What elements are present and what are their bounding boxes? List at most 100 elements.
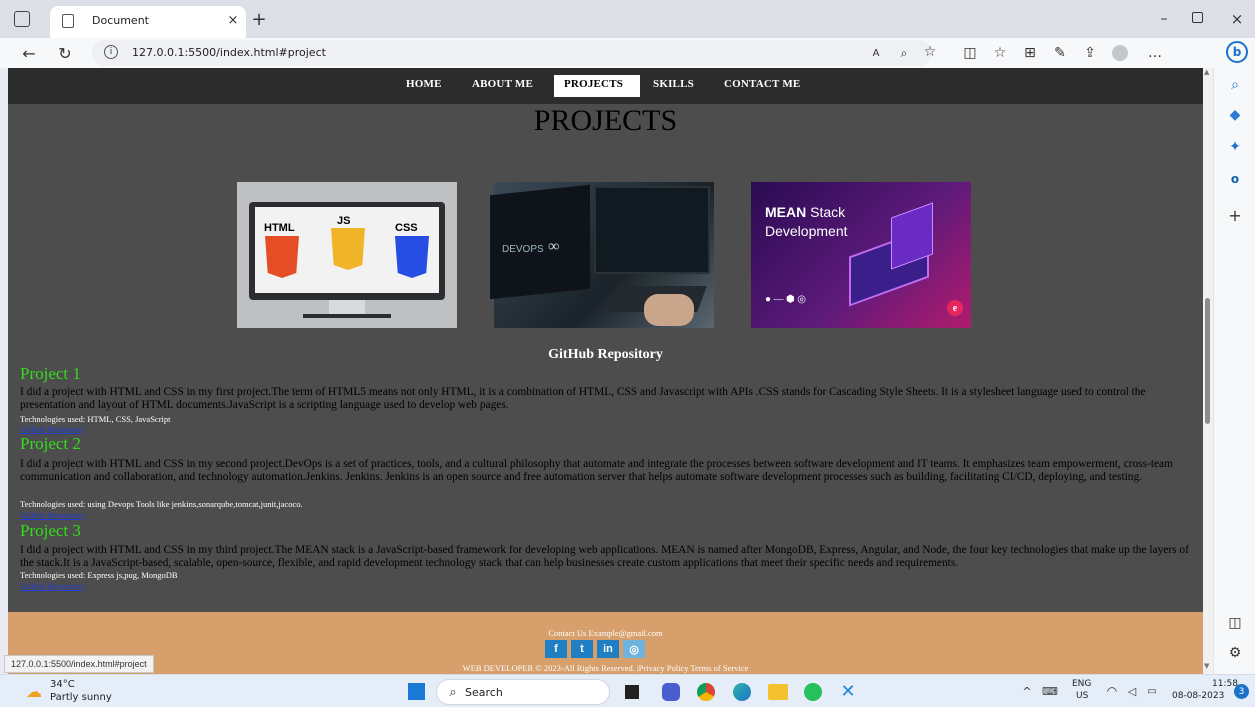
hands: [644, 294, 694, 326]
close-window-icon[interactable]: ×: [1228, 10, 1246, 28]
address-bar: ← ↻ i 127.0.0.1:5500/index.html#project …: [0, 38, 1255, 68]
clock-date[interactable]: 08-08-2023: [1172, 691, 1224, 701]
add-sidebar-icon[interactable]: +: [1226, 206, 1244, 225]
share-icon[interactable]: ⇪: [1082, 45, 1098, 61]
start-icon[interactable]: [408, 683, 425, 700]
mean-title: MEAN Stack: [765, 204, 846, 220]
windows-taskbar: ☁ 34°C Partly sunny ⌕ Search ✕ ^ ⌨ ENG U…: [0, 674, 1255, 707]
footer-contact[interactable]: Contact Us Example@gmail.com: [8, 628, 1203, 638]
minimize-icon[interactable]: –: [1155, 10, 1173, 28]
project-1-description: I did a project with HTML and CSS in my …: [20, 386, 1146, 411]
navbar: HOME ABOUT ME PROJECTS SKILLS CONTACT ME: [8, 68, 1211, 104]
outlook-icon[interactable]: o: [1226, 170, 1244, 188]
js-label: JS: [337, 215, 351, 227]
chat-icon[interactable]: [662, 683, 680, 701]
project-image-mean-stack: MEAN Stack Development ● — ⬢ ◎ e: [751, 182, 971, 328]
more-options-icon[interactable]: …: [1146, 44, 1164, 62]
brand-logo-icon: e: [947, 300, 963, 316]
wifi-icon[interactable]: ◠: [1104, 683, 1120, 699]
facebook-icon[interactable]: f: [545, 640, 567, 658]
scroll-down-icon[interactable]: ▼: [1204, 662, 1209, 670]
language-bottom[interactable]: US: [1076, 691, 1088, 701]
project-image-devops: DEVOPS ∞: [490, 182, 714, 328]
language-top[interactable]: ENG: [1072, 679, 1091, 689]
sidebar-toggle-icon[interactable]: ◫: [1226, 614, 1244, 632]
zoom-icon[interactable]: ⌕: [896, 45, 912, 61]
battery-icon[interactable]: ▭: [1144, 683, 1160, 699]
footer: Contact Us Example@gmail.com f t in ◎ WE…: [8, 612, 1211, 674]
mean-subtitle: Development: [765, 223, 848, 239]
new-tab-icon[interactable]: +: [250, 9, 268, 30]
shopping-icon[interactable]: ◆: [1226, 106, 1244, 124]
monitor-stand: [329, 300, 365, 314]
notification-badge[interactable]: 3: [1234, 684, 1249, 699]
weather-desc[interactable]: Partly sunny: [50, 692, 112, 703]
linkedin-icon[interactable]: in: [597, 640, 619, 658]
vscode-icon[interactable]: ✕: [838, 681, 858, 702]
weather-temp[interactable]: 34°C: [50, 679, 75, 690]
back-icon[interactable]: ←: [20, 44, 38, 63]
project-1-repo-link[interactable]: GitHub Repository: [20, 424, 85, 434]
nav-contact-me[interactable]: CONTACT ME: [724, 78, 800, 90]
web-page: HOME ABOUT ME PROJECTS SKILLS CONTACT ME…: [8, 68, 1211, 674]
refresh-icon[interactable]: ↻: [56, 44, 74, 63]
project-3-title: Project 3: [20, 521, 81, 540]
project-image-html-css-js: HTML JS CSS: [237, 182, 457, 328]
settings-icon[interactable]: ⚙: [1226, 644, 1244, 662]
scroll-thumb[interactable]: [1205, 298, 1210, 424]
footer-copyright: WEB DEVELOPER © 2023-All Rights Reserved…: [462, 663, 749, 673]
twitter-icon[interactable]: t: [571, 640, 593, 658]
monitor-base: [303, 314, 391, 318]
search-glass-icon: ⌕: [449, 684, 457, 700]
extensions-icon[interactable]: ✎: [1052, 45, 1068, 61]
profile-avatar[interactable]: [1112, 45, 1128, 61]
bing-chat-icon[interactable]: b: [1226, 41, 1248, 63]
project-1-tech: Technologies used: HTML, CSS, JavaScript: [20, 414, 171, 424]
url-text[interactable]: 127.0.0.1:5500/index.html#project: [132, 46, 326, 59]
restore-icon[interactable]: [1192, 12, 1203, 23]
show-hidden-icons[interactable]: ^: [1020, 683, 1034, 699]
tools-icon[interactable]: ✦: [1226, 138, 1244, 156]
right-monitor: [594, 186, 710, 274]
url-box[interactable]: i 127.0.0.1:5500/index.html#project A ⌕ …: [92, 40, 936, 66]
collections-icon[interactable]: ⊞: [1022, 45, 1038, 61]
nav-about-me[interactable]: ABOUT ME: [472, 78, 533, 90]
browser-tab[interactable]: Document ×: [50, 6, 246, 38]
task-view-icon[interactable]: [625, 685, 639, 699]
html5-shield-icon: [265, 236, 299, 278]
volume-icon[interactable]: ◁: [1124, 683, 1140, 699]
mean-logos-icon: ● — ⬢ ◎: [765, 294, 806, 305]
file-explorer-icon[interactable]: [768, 684, 788, 700]
project-3-repo-link[interactable]: GitHub Repository: [20, 581, 85, 591]
instagram-icon[interactable]: ◎: [623, 640, 645, 658]
page-title: PROJECTS: [533, 104, 678, 137]
read-aloud-icon[interactable]: A: [868, 45, 884, 61]
favorite-star-icon[interactable]: ☆: [922, 44, 938, 60]
repo-heading: GitHub Repository: [548, 347, 663, 362]
left-monitor: [490, 184, 590, 300]
page-scrollbar[interactable]: ▲ ▼: [1203, 68, 1213, 674]
scroll-up-icon[interactable]: ▲: [1204, 68, 1209, 76]
project-2-repo-link[interactable]: GitHub Repository: [20, 510, 85, 520]
weather-icon[interactable]: ☁: [24, 682, 44, 701]
edge-icon[interactable]: [733, 683, 751, 701]
chrome-icon[interactable]: [697, 683, 715, 701]
info-icon[interactable]: i: [104, 45, 118, 59]
split-screen-icon[interactable]: ◫: [962, 45, 978, 61]
nav-projects[interactable]: PROJECTS: [564, 78, 623, 90]
css3-shield-icon: [395, 236, 429, 278]
taskbar-search[interactable]: ⌕ Search: [436, 679, 610, 705]
project-3-description: I did a project with HTML and CSS in my …: [20, 544, 1189, 569]
whatsapp-icon[interactable]: [804, 683, 822, 701]
search-icon[interactable]: ⌕: [1226, 76, 1244, 94]
infinity-icon: ∞: [548, 238, 560, 255]
close-tab-icon[interactable]: ×: [226, 13, 240, 28]
tab-actions-icon[interactable]: [14, 11, 30, 27]
tab-title: Document: [92, 14, 149, 27]
html-label: HTML: [264, 222, 295, 234]
favorites-icon[interactable]: ☆: [992, 45, 1008, 61]
keyboard-icon[interactable]: ⌨: [1042, 683, 1058, 699]
nav-skills[interactable]: SKILLS: [653, 78, 694, 90]
edge-sidebar: ⌕ ◆ ✦ o + ◫ ⚙: [1213, 68, 1255, 674]
nav-home[interactable]: HOME: [406, 78, 442, 90]
